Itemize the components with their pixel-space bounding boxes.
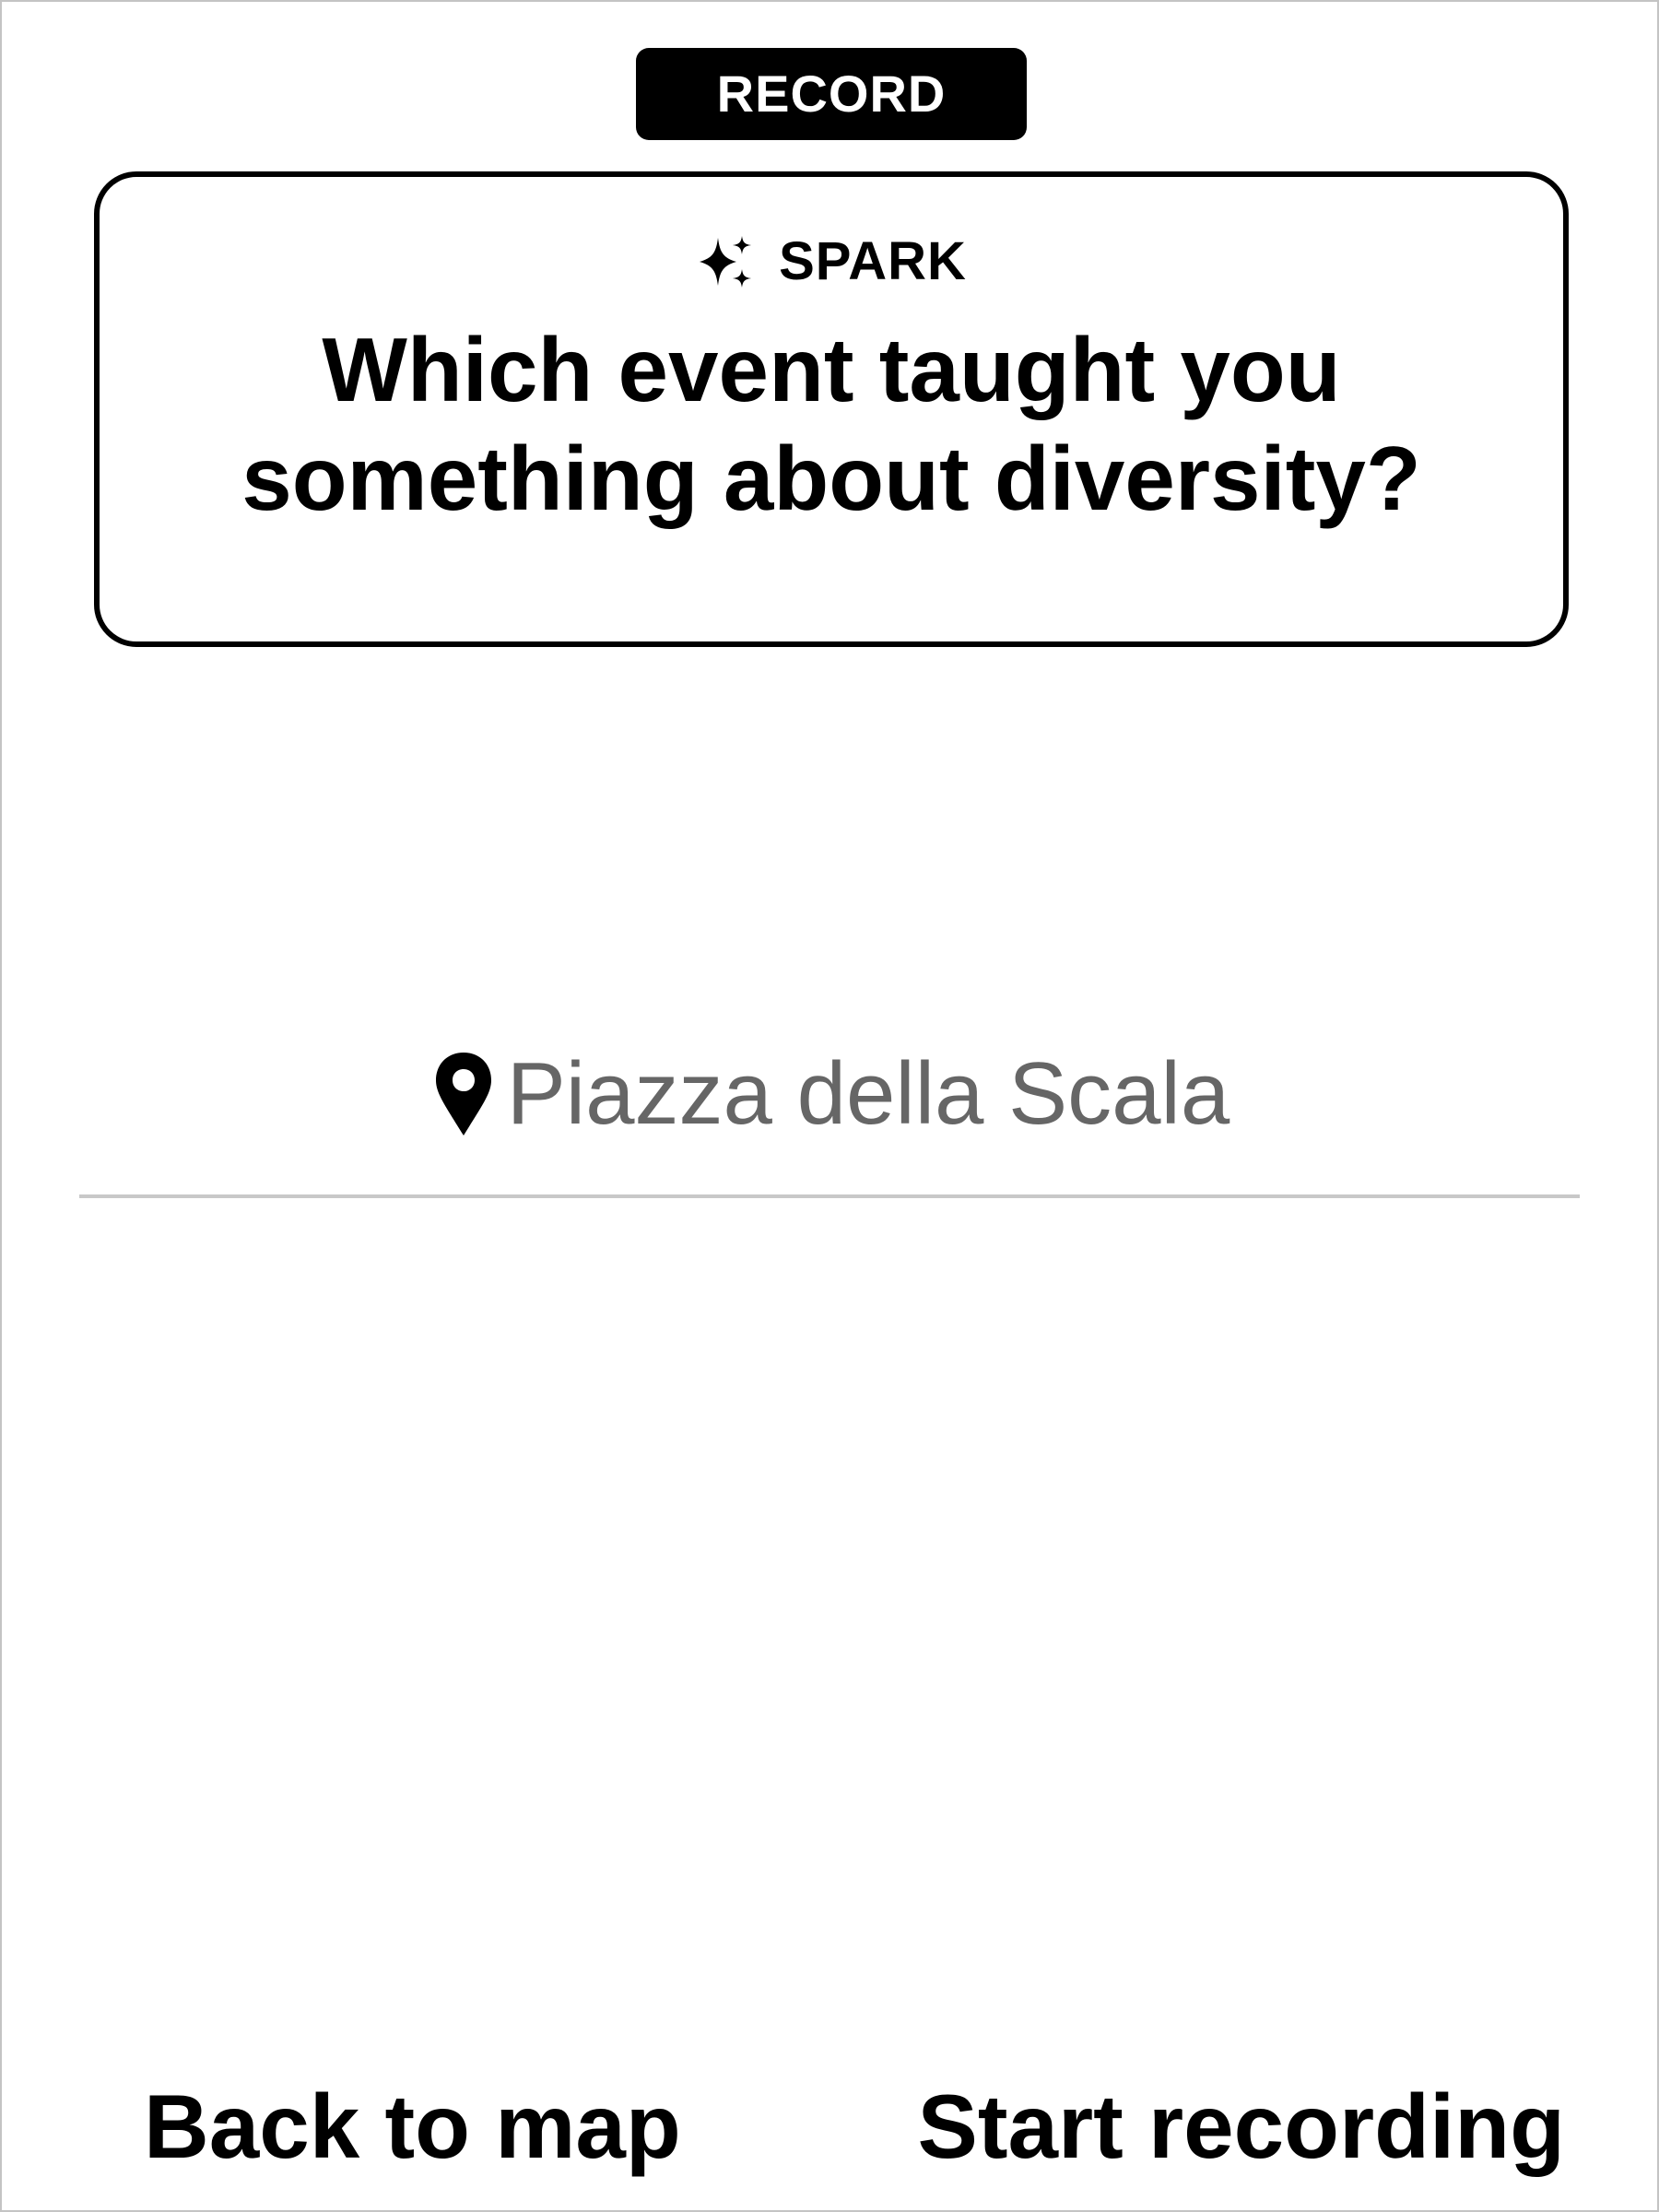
back-to-map-button[interactable]: Back to map: [144, 2066, 681, 2186]
prompt-question: Which event taught you something about d…: [136, 315, 1526, 533]
prompt-question-line-1: Which event taught you: [322, 319, 1341, 420]
spark-label: SPARK: [779, 231, 967, 291]
screen-frame: RECORD SPARK Which event taught you some…: [0, 0, 1659, 2212]
start-recording-button[interactable]: Start recording: [918, 2066, 1565, 2186]
record-mode-badge: RECORD: [636, 48, 1027, 140]
sparkle-icon: [700, 236, 752, 288]
divider: [79, 1194, 1580, 1198]
spark-prompt-card: SPARK Which event taught you something a…: [94, 171, 1569, 647]
map-pin-icon: [435, 1053, 491, 1135]
prompt-question-line-2: something about diversity?: [241, 428, 1421, 529]
location-name: Piazza della Scala: [506, 1044, 1230, 1143]
spark-header: SPARK: [100, 225, 1563, 299]
location-row: Piazza della Scala: [2, 1034, 1659, 1154]
record-mode-label: RECORD: [716, 65, 947, 123]
